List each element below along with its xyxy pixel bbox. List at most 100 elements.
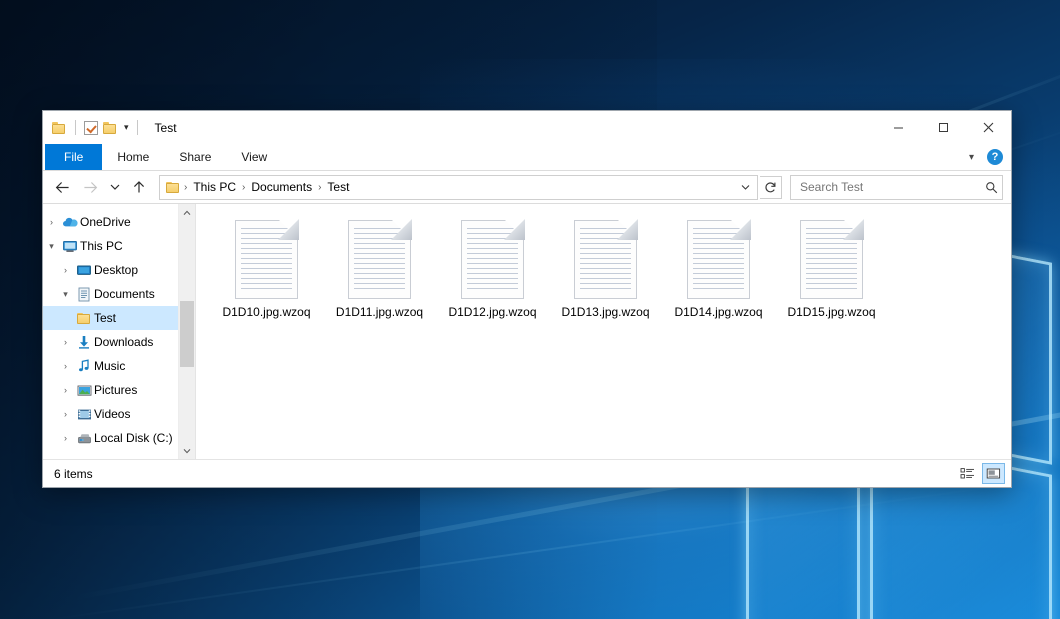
file-name: D1D11.jpg.wzoq	[333, 304, 426, 321]
recent-locations-button[interactable]	[105, 175, 124, 199]
sidebar-item-onedrive[interactable]: › OneDrive	[43, 210, 178, 234]
chevron-right-icon[interactable]: ›	[43, 217, 60, 227]
generic-document-icon	[574, 220, 637, 299]
sidebar-scrollbar[interactable]	[178, 204, 195, 459]
videos-icon	[74, 408, 94, 421]
computer-icon	[60, 240, 80, 253]
generic-document-icon	[235, 220, 298, 299]
file-item[interactable]: D1D10.jpg.wzoq	[210, 216, 323, 338]
expand-ribbon-icon[interactable]: ▾	[964, 152, 979, 163]
documents-icon	[74, 287, 94, 302]
ribbon-tab-strip: File Home Share View ▾ ?	[43, 144, 1011, 171]
sidebar-item-label: Documents	[94, 287, 155, 301]
chevron-down-icon[interactable]: ▾	[124, 123, 129, 132]
folder-icon	[74, 312, 94, 325]
chevron-right-icon[interactable]: ›	[57, 361, 74, 371]
item-count-label: 6 items	[54, 467, 93, 481]
breadcrumb-folder-icon	[166, 181, 181, 194]
breadcrumb-item-test[interactable]: Test	[322, 177, 354, 198]
search-icon[interactable]	[985, 181, 998, 194]
chevron-right-icon[interactable]: ›	[57, 409, 74, 419]
downloads-icon	[74, 335, 94, 349]
tab-home[interactable]: Home	[102, 144, 164, 170]
sidebar-item-music[interactable]: › Music	[43, 354, 178, 378]
file-name: D1D12.jpg.wzoq	[445, 304, 539, 321]
forward-button[interactable]	[77, 175, 103, 199]
search-input[interactable]	[798, 179, 985, 195]
divider	[75, 120, 76, 135]
sidebar-item-label: This PC	[80, 239, 123, 253]
scrollbar-thumb[interactable]	[180, 301, 194, 367]
file-item[interactable]: D1D12.jpg.wzoq	[436, 216, 549, 338]
generic-document-icon	[461, 220, 524, 299]
explorer-body: › OneDrive ▾ This PC ›	[43, 204, 1011, 459]
up-button[interactable]	[126, 175, 152, 199]
sidebar-item-label: Music	[94, 359, 125, 373]
new-folder-icon[interactable]	[103, 121, 118, 134]
desktop-icon	[74, 264, 94, 277]
help-icon[interactable]: ?	[987, 149, 1003, 165]
tab-file[interactable]: File	[45, 144, 102, 170]
file-explorer-window: ▾ Test File Home Share View	[42, 110, 1012, 488]
chevron-down-icon[interactable]: ▾	[43, 241, 60, 252]
file-item[interactable]: D1D13.jpg.wzoq	[549, 216, 662, 338]
sidebar-item-documents[interactable]: ▾ Documents	[43, 282, 178, 306]
navigation-tree: › OneDrive ▾ This PC ›	[43, 204, 178, 459]
search-box[interactable]	[790, 175, 1003, 200]
large-icons-view-button[interactable]	[982, 463, 1005, 484]
scroll-up-icon[interactable]	[179, 204, 195, 221]
breadcrumb-item-documents[interactable]: Documents	[246, 177, 317, 198]
chevron-right-icon[interactable]: ›	[57, 385, 74, 395]
ribbon-right-controls: ▾ ?	[964, 144, 1011, 170]
file-name: D1D15.jpg.wzoq	[784, 304, 878, 321]
title-bar: ▾ Test	[43, 111, 1011, 144]
window-controls	[876, 111, 1011, 144]
cloud-icon	[60, 216, 80, 228]
file-name: D1D10.jpg.wzoq	[219, 304, 313, 321]
file-name: D1D14.jpg.wzoq	[671, 304, 765, 321]
file-item[interactable]: D1D15.jpg.wzoq	[775, 216, 888, 338]
back-button[interactable]	[49, 175, 75, 199]
sidebar-item-downloads[interactable]: › Downloads	[43, 330, 178, 354]
sidebar-item-label: Local Disk (C:)	[94, 431, 173, 445]
folder-icon[interactable]	[52, 121, 67, 134]
address-dropdown-icon[interactable]	[735, 177, 755, 198]
generic-document-icon	[348, 220, 411, 299]
minimize-button[interactable]	[876, 111, 921, 144]
address-bar: › This PC › Documents › Test	[43, 171, 1011, 204]
details-view-button[interactable]	[956, 463, 979, 484]
sidebar-item-local-disk-c[interactable]: › Local Disk (C:)	[43, 426, 178, 450]
breadcrumb-bar[interactable]: › This PC › Documents › Test	[159, 175, 758, 200]
file-item[interactable]: D1D11.jpg.wzoq	[323, 216, 436, 338]
sidebar-item-this-pc[interactable]: ▾ This PC	[43, 234, 178, 258]
status-bar: 6 items	[43, 459, 1011, 487]
desktop: ▾ Test File Home Share View	[0, 0, 1060, 619]
scroll-down-icon[interactable]	[179, 442, 195, 459]
music-icon	[74, 359, 94, 373]
properties-icon[interactable]	[84, 121, 98, 135]
chevron-right-icon[interactable]: ›	[57, 265, 74, 275]
address-bar-buttons	[735, 177, 755, 198]
sidebar-item-videos[interactable]: › Videos	[43, 402, 178, 426]
sidebar-item-test[interactable]: Test	[43, 306, 178, 330]
chevron-down-icon[interactable]: ▾	[57, 289, 74, 300]
file-item[interactable]: D1D14.jpg.wzoq	[662, 216, 775, 338]
chevron-right-icon[interactable]: ›	[57, 433, 74, 443]
scrollbar-track[interactable]	[179, 221, 195, 442]
tab-share[interactable]: Share	[164, 144, 226, 170]
chevron-right-icon[interactable]: ›	[57, 337, 74, 347]
tab-view[interactable]: View	[226, 144, 282, 170]
refresh-button[interactable]	[760, 176, 782, 199]
sidebar-item-pictures[interactable]: › Pictures	[43, 378, 178, 402]
sidebar-item-label: Downloads	[94, 335, 153, 349]
close-button[interactable]	[966, 111, 1011, 144]
sidebar-item-label: OneDrive	[80, 215, 131, 229]
window-title: Test	[155, 121, 177, 135]
view-mode-buttons	[956, 463, 1005, 484]
file-list[interactable]: D1D10.jpg.wzoq D1D11.jpg.wzoq D1D12.jpg.…	[196, 204, 1011, 459]
sidebar-item-desktop[interactable]: › Desktop	[43, 258, 178, 282]
navigation-pane: › OneDrive ▾ This PC ›	[43, 204, 196, 459]
disk-icon	[74, 432, 94, 445]
breadcrumb-item-this-pc[interactable]: This PC	[188, 177, 241, 198]
maximize-button[interactable]	[921, 111, 966, 144]
